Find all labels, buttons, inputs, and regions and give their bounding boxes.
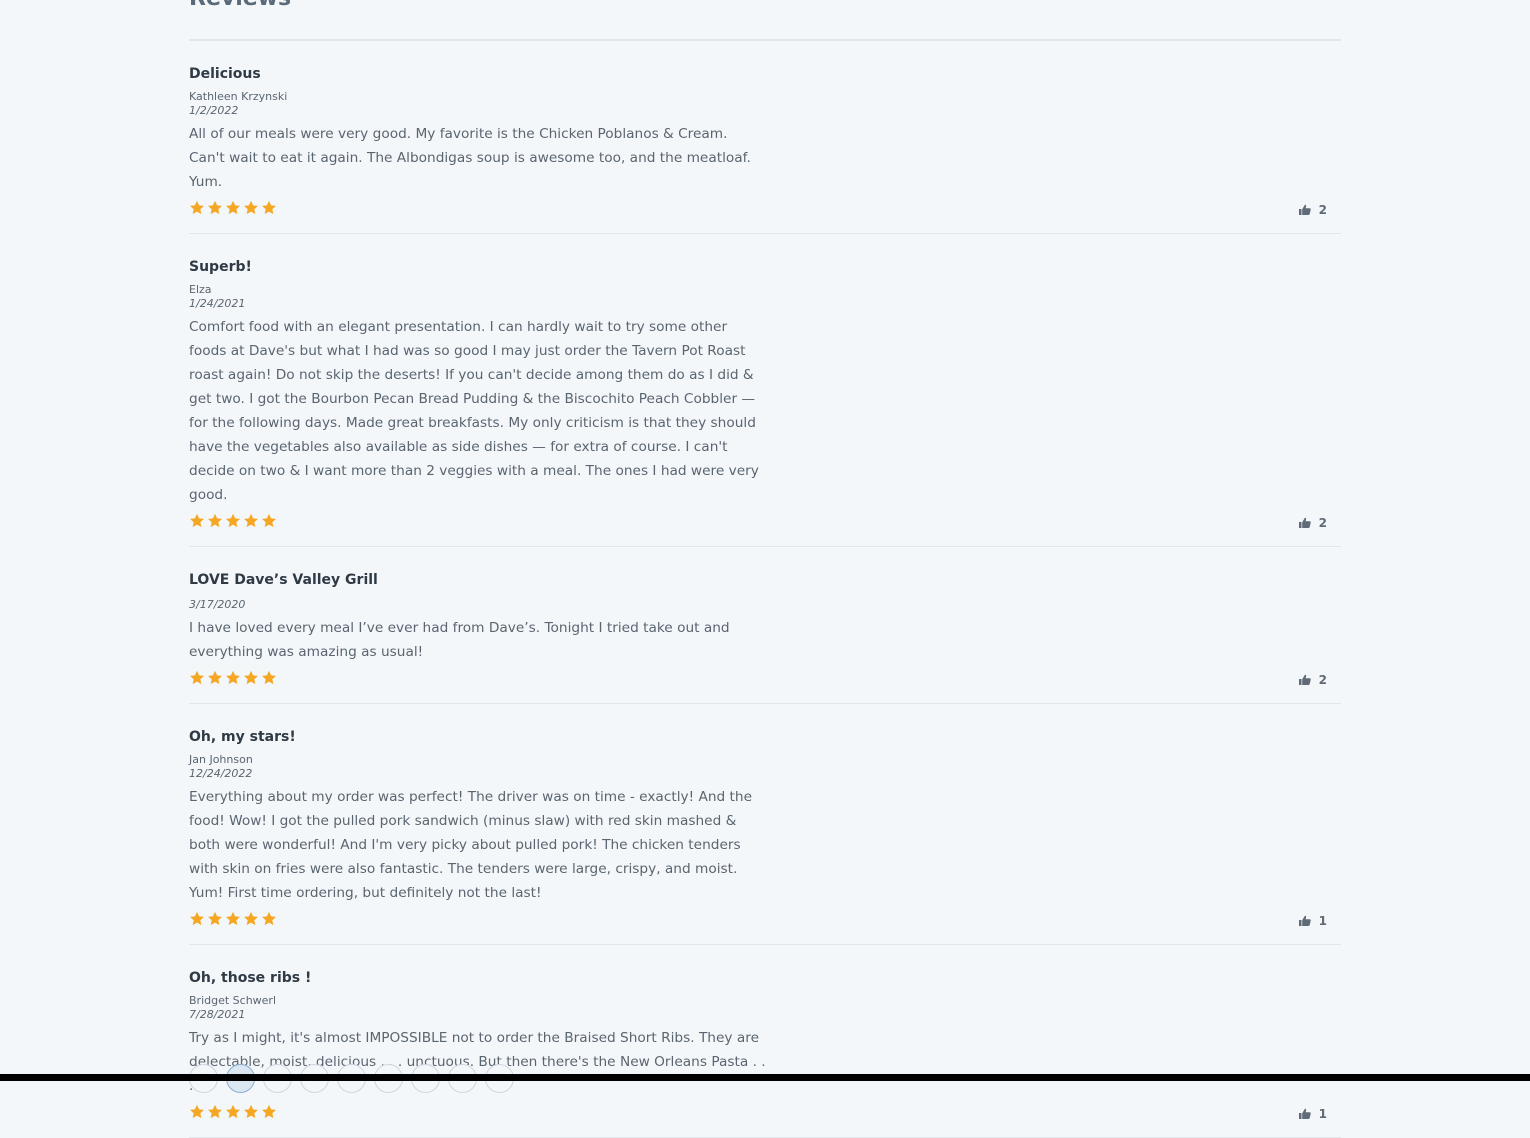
like-button[interactable]: 2: [1298, 673, 1327, 687]
star-icon: [261, 199, 279, 217]
review-title: LOVE Dave’s Valley Grill: [189, 572, 378, 588]
review-author: Bridget Schwerl: [189, 994, 277, 1007]
star-icon: [261, 512, 279, 530]
review-date: 1/24/2021: [189, 297, 246, 310]
like-button[interactable]: 2: [1298, 203, 1327, 217]
review-body: I have loved every meal I’ve ever had fr…: [189, 620, 730, 660]
review-body: Everything about my order was perfect! T…: [189, 789, 752, 901]
review-card: Oh, those ribs ! Bridget Schwerl 7/28/20…: [189, 945, 1341, 1138]
star-icon: [207, 199, 225, 217]
star-icon: [189, 669, 207, 687]
star-icon: [207, 1103, 225, 1121]
star-icon: [225, 199, 243, 217]
like-count: 2: [1318, 516, 1327, 530]
review-author: Jan Johnson: [189, 753, 253, 766]
star-icon: [189, 910, 207, 928]
star-rating: [189, 1102, 1341, 1122]
thumbs-up-icon: [1298, 204, 1311, 216]
star-rating: [189, 909, 1341, 929]
review-date: 1/2/2022: [189, 104, 239, 117]
like-count: 2: [1318, 203, 1327, 217]
thumbs-up-icon: [1298, 915, 1311, 927]
star-icon: [243, 669, 261, 687]
review-title: Oh, those ribs !: [189, 970, 312, 986]
thumbs-up-icon: [1298, 517, 1311, 529]
star-icon: [225, 1103, 243, 1121]
star-icon: [261, 910, 279, 928]
thumbs-up-icon: [1298, 1108, 1311, 1120]
star-icon: [225, 669, 243, 687]
review-title: Oh, my stars!: [189, 729, 296, 745]
like-count: 2: [1318, 673, 1327, 687]
like-count: 1: [1318, 1107, 1327, 1121]
review-card: Delicious Kathleen Krzynski 1/2/2022 All…: [189, 41, 1341, 234]
bottom-bar: [0, 1074, 1530, 1081]
star-icon: [189, 199, 207, 217]
star-icon: [225, 910, 243, 928]
review-list: Delicious Kathleen Krzynski 1/2/2022 All…: [189, 41, 1341, 1138]
star-icon: [243, 910, 261, 928]
star-icon: [261, 669, 279, 687]
star-icon: [243, 1103, 261, 1121]
review-date: 12/24/2022: [189, 767, 253, 780]
review-title: Superb!: [189, 259, 252, 275]
star-icon: [243, 512, 261, 530]
review-author: Kathleen Krzynski: [189, 90, 288, 103]
star-icon: [207, 910, 225, 928]
like-button[interactable]: 1: [1298, 1107, 1327, 1121]
review-title: Delicious: [189, 66, 261, 82]
star-icon: [207, 669, 225, 687]
section-title: Reviews: [189, 0, 291, 11]
star-rating: [189, 668, 1341, 688]
review-card: LOVE Dave’s Valley Grill 3/17/2020 I hav…: [189, 547, 1341, 704]
star-icon: [189, 1103, 207, 1121]
thumbs-up-icon: [1298, 674, 1311, 686]
review-date: 3/17/2020: [189, 598, 246, 611]
review-body: Comfort food with an elegant presentatio…: [189, 319, 759, 503]
like-count: 1: [1318, 914, 1327, 928]
review-date: 7/28/2021: [189, 1008, 246, 1021]
star-icon: [261, 1103, 279, 1121]
star-icon: [225, 512, 243, 530]
review-card: Oh, my stars! Jan Johnson 12/24/2022 Eve…: [189, 704, 1341, 945]
star-icon: [207, 512, 225, 530]
star-rating: [189, 511, 1341, 531]
star-rating: [189, 198, 1341, 218]
review-author: Elza: [189, 283, 212, 296]
like-button[interactable]: 2: [1298, 516, 1327, 530]
review-card: Superb! Elza 1/24/2021 Comfort food with…: [189, 234, 1341, 547]
star-icon: [189, 512, 207, 530]
review-body: All of our meals were very good. My favo…: [189, 126, 751, 190]
like-button[interactable]: 1: [1298, 914, 1327, 928]
star-icon: [243, 199, 261, 217]
